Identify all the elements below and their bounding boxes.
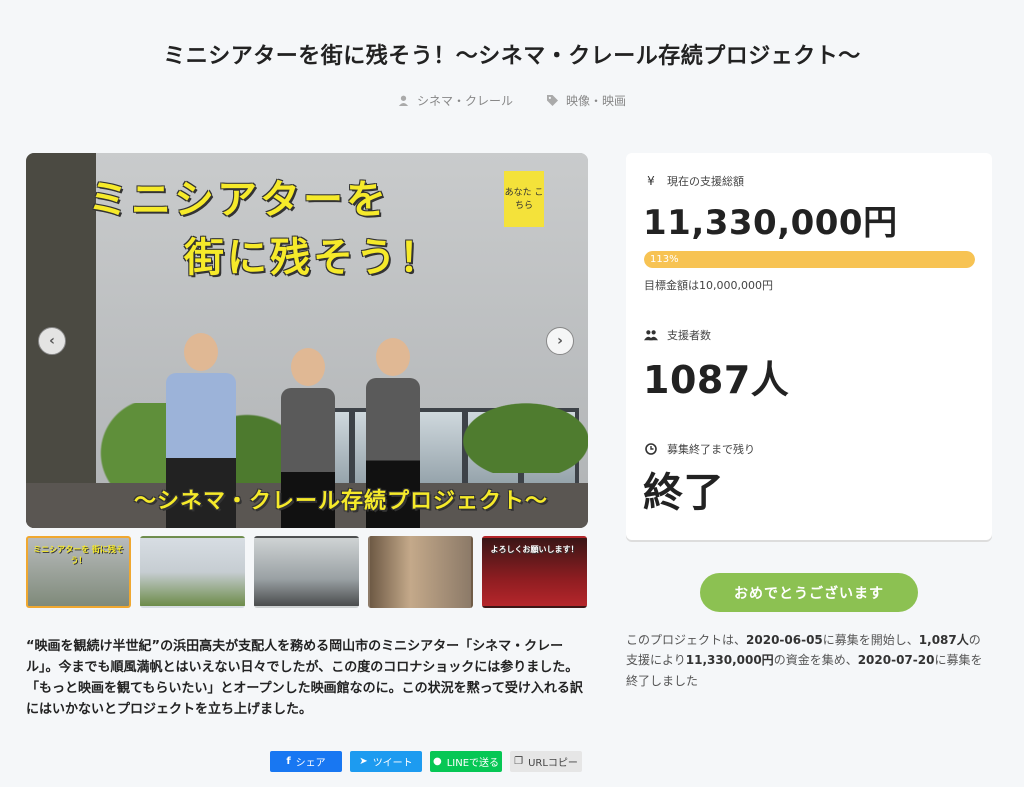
author-name: シネマ・クレール bbox=[416, 94, 513, 108]
thumbnail-2[interactable] bbox=[140, 536, 245, 608]
facebook-share-button[interactable]: f シェア bbox=[270, 751, 342, 772]
project-summary: このプロジェクトは、2020-06-05に募集を開始し、1,087人の支援により… bbox=[626, 630, 992, 691]
main-project-image: あなた こちら ミニシアターを 街に残そう！ 〜シネマ・クレール存続プロジェクト… bbox=[26, 153, 588, 528]
thumbnail-4[interactable] bbox=[368, 536, 473, 608]
url-copy-button[interactable]: ❐ URLコピー bbox=[510, 751, 582, 772]
share-buttons: f シェア ➤ ツイート ● LINEで送る ❐ URLコピー bbox=[270, 751, 582, 772]
line-share-button[interactable]: ● LINEで送る bbox=[430, 751, 502, 772]
thumbnail-1[interactable]: ミニシアターを 街に残そう！ bbox=[26, 536, 131, 608]
summary-text-2: に募集を開始し、 bbox=[822, 633, 919, 647]
project-meta: シネマ・クレール 映像・映画 bbox=[0, 92, 1024, 109]
progress-label: 113% bbox=[650, 254, 679, 265]
author-link[interactable]: シネマ・クレール bbox=[398, 92, 513, 109]
url-copy-label: URLコピー bbox=[528, 758, 578, 769]
summary-end-date: 2020-07-20 bbox=[857, 653, 935, 668]
hero-text-line1: ミニシアターを bbox=[88, 177, 389, 223]
congratulations-button[interactable]: おめでとうございます bbox=[700, 573, 918, 612]
remaining-label: 募集終了まで残り bbox=[667, 443, 755, 456]
thumbnail-label: よろしくお願いします！ bbox=[490, 545, 579, 554]
funding-progress-bar: 113% bbox=[644, 251, 975, 268]
chevron-right-icon: › bbox=[557, 333, 563, 349]
tag-icon bbox=[547, 95, 558, 106]
carousel-next-button[interactable]: › bbox=[546, 327, 574, 355]
carousel-prev-button[interactable]: ‹ bbox=[38, 327, 66, 355]
thumbnail-strip: ミニシアターを 街に残そう！ よろしくお願いします！ bbox=[26, 536, 588, 608]
progress-fill: 113% bbox=[644, 251, 975, 268]
twitter-share-label: ツイート bbox=[372, 758, 413, 769]
line-share-label: LINEで送る bbox=[446, 758, 500, 769]
twitter-share-button[interactable]: ➤ ツイート bbox=[350, 751, 422, 772]
copy-icon: ❐ bbox=[514, 756, 524, 767]
project-description: “映画を観続け半世紀”の浜田高夫が支配人を務める岡山市のミニシアター「シネマ・ク… bbox=[26, 639, 583, 718]
summary-start-date: 2020-06-05 bbox=[746, 633, 823, 647]
user-icon bbox=[398, 95, 409, 106]
category-name: 映像・映画 bbox=[566, 94, 627, 108]
hero-text-line3: 〜シネマ・クレール存続プロジェクト〜 bbox=[134, 489, 549, 514]
funding-stats-panel: ¥ 現在の支援総額 11,330,000円 113% 目標金額は10,000,0… bbox=[626, 153, 992, 540]
facebook-share-label: シェア bbox=[295, 758, 326, 769]
yen-icon: ¥ bbox=[647, 174, 655, 188]
total-value: 11,330,000円 bbox=[643, 203, 898, 243]
chevron-left-icon: ‹ bbox=[49, 333, 55, 349]
supporters-label: 支援者数 bbox=[667, 329, 711, 342]
page-title: ミニシアターを街に残そう！〜シネマ・クレール存続プロジェクト〜 bbox=[163, 44, 861, 69]
image-bush bbox=[446, 393, 588, 473]
remaining-value: 終了 bbox=[643, 470, 724, 516]
summary-text-4: の資金を集め、 bbox=[773, 653, 858, 668]
line-icon: ● bbox=[432, 756, 442, 767]
thumbnail-3[interactable] bbox=[254, 536, 359, 608]
remaining-label-row: 募集終了まで残り bbox=[644, 441, 755, 457]
users-icon bbox=[644, 329, 658, 341]
goal-text: 目標金額は10,000,000円 bbox=[644, 279, 773, 292]
total-label: 現在の支援総額 bbox=[667, 175, 744, 188]
clock-icon bbox=[644, 443, 658, 455]
supporters-label-row: 支援者数 bbox=[644, 327, 711, 343]
total-label-row: ¥ 現在の支援総額 bbox=[644, 173, 744, 189]
summary-text-1: このプロジェクトは、 bbox=[626, 633, 747, 647]
supporters-value: 1087人 bbox=[643, 358, 790, 402]
facebook-icon: f bbox=[286, 756, 291, 767]
twitter-icon: ➤ bbox=[359, 756, 368, 767]
image-sticker: あなた こちら bbox=[504, 171, 544, 227]
thumbnail-5[interactable]: よろしくお願いします！ bbox=[482, 536, 587, 608]
summary-supporters: 1,087人 bbox=[918, 633, 969, 647]
hero-text-line2: 街に残そう！ bbox=[184, 235, 442, 281]
summary-amount: 11,330,000円 bbox=[685, 653, 774, 668]
thumbnail-label: ミニシアターを 街に残そう！ bbox=[33, 545, 124, 565]
category-link[interactable]: 映像・映画 bbox=[547, 92, 626, 109]
